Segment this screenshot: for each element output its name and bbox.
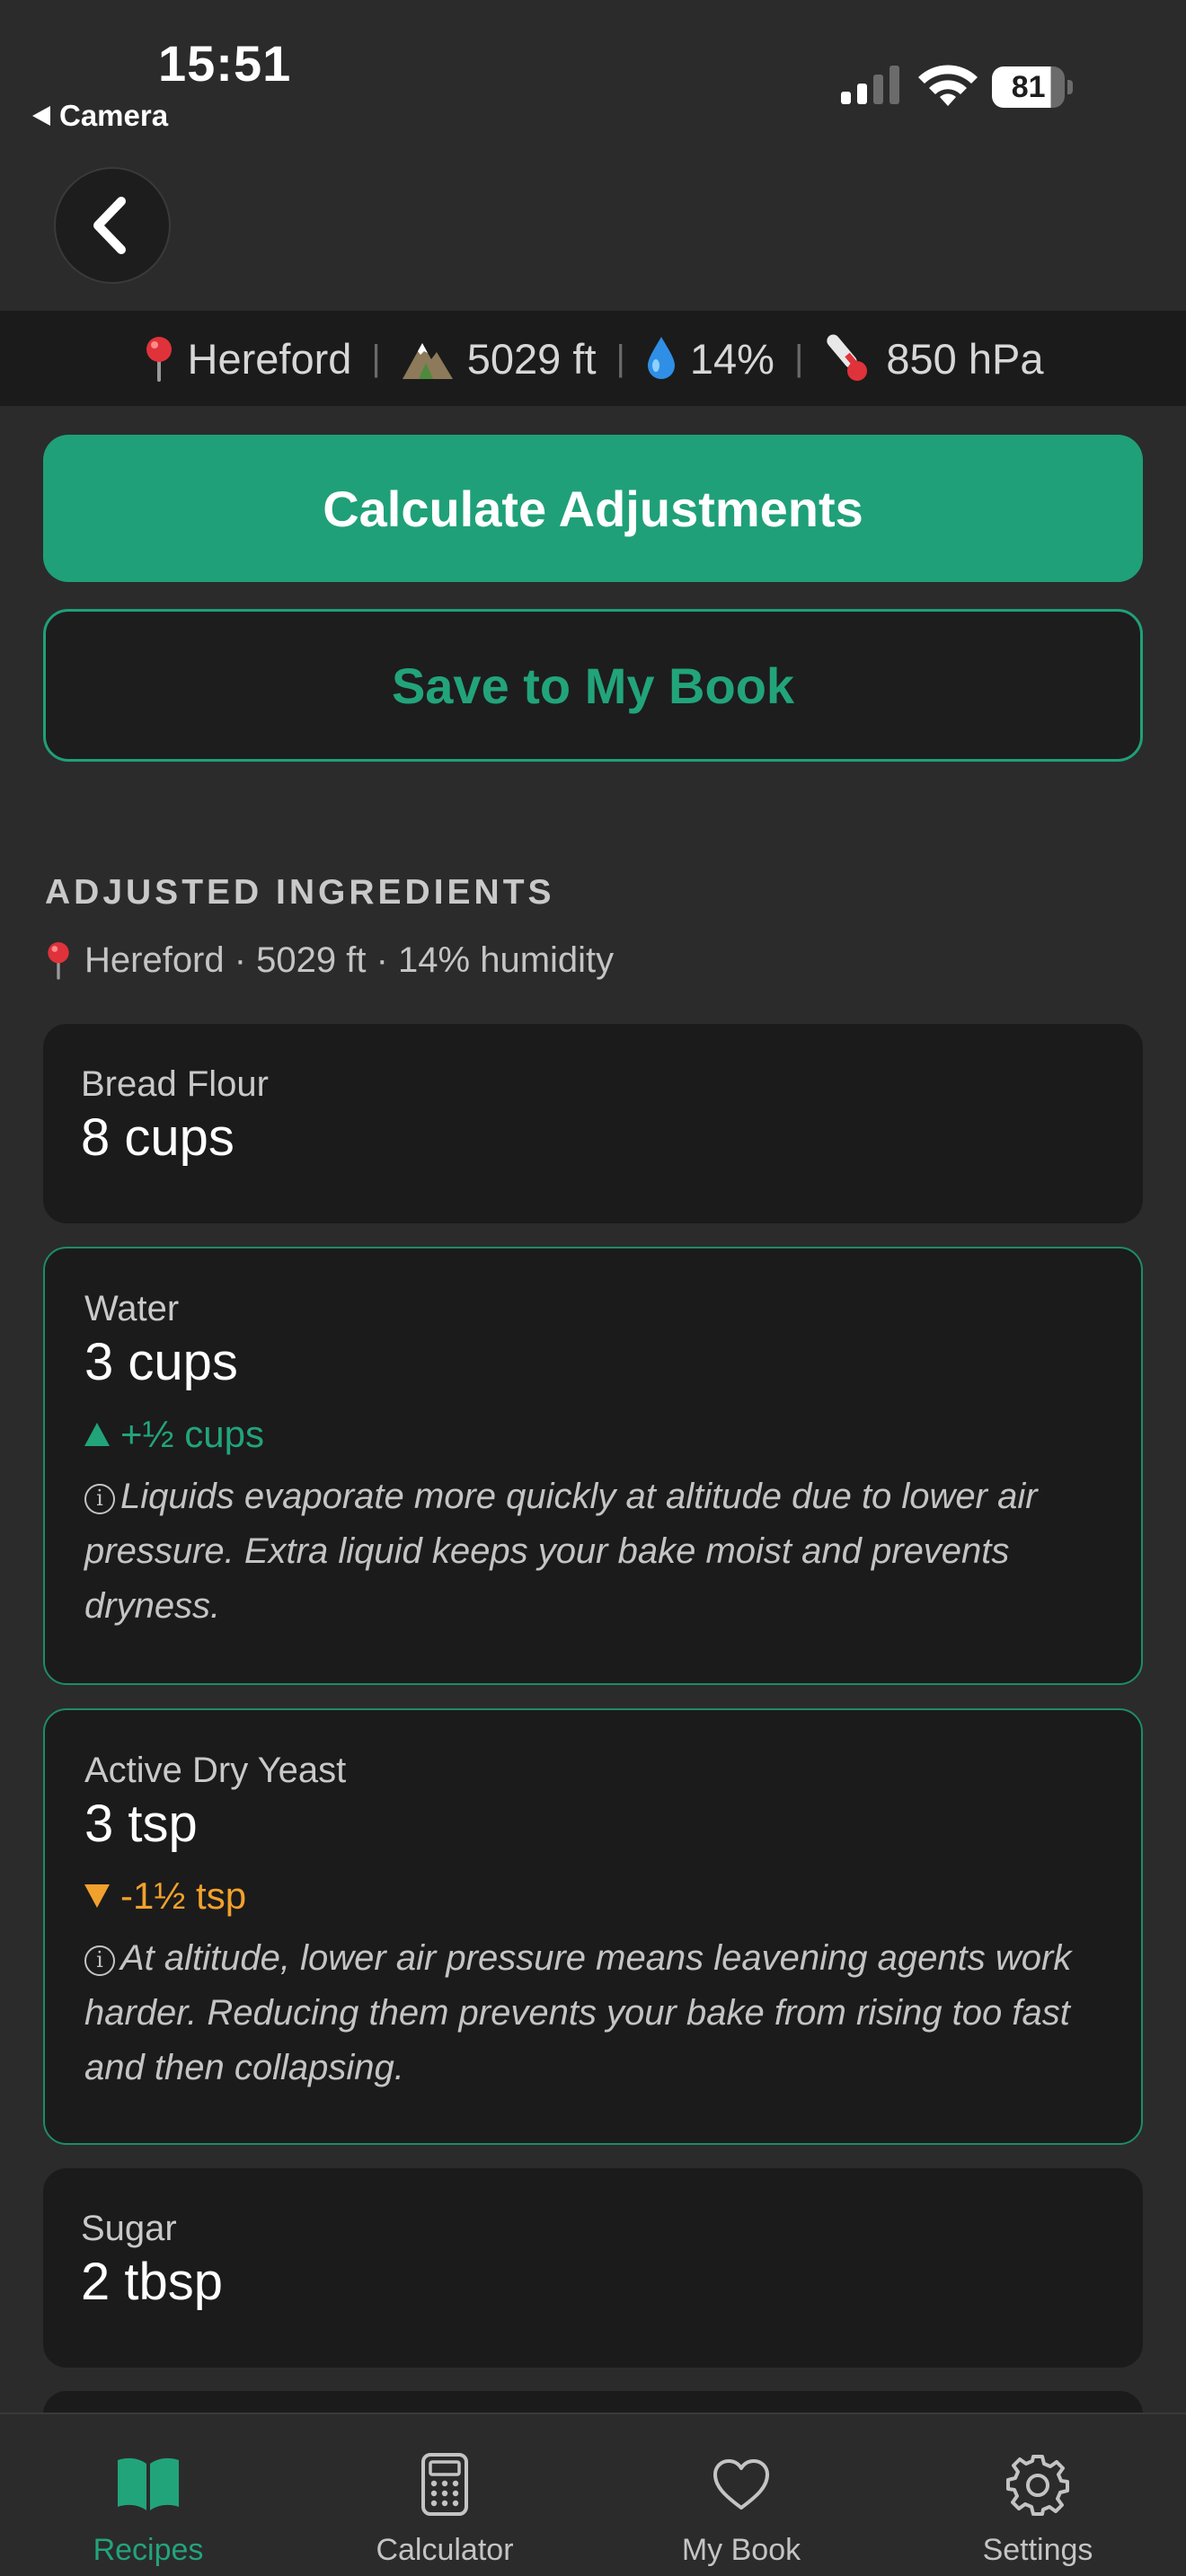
divider: | (793, 338, 804, 378)
back-triangle-icon (32, 106, 50, 126)
ingredient-quantity: 3 cups (84, 1333, 238, 1391)
section-subtitle-text: Hereford · 5029 ft · 14% humidity (84, 940, 615, 980)
adjustment-note-text: Liquids evaporate more quickly at altitu… (84, 1477, 1038, 1626)
humidity-item: 14% (645, 334, 774, 384)
calculator-icon (411, 2450, 479, 2519)
calculate-adjustments-button[interactable]: Calculate Adjustments (43, 435, 1143, 582)
pin-icon (48, 942, 69, 980)
ingredient-change: -1½ tsp (84, 1874, 1102, 1919)
pressure-value: 850 hPa (886, 334, 1044, 383)
adjustment-note: i Liquids evaporate more quickly at altit… (84, 1469, 1105, 1634)
info-icon: i (84, 1484, 115, 1514)
ingredient-name: Water (84, 1289, 180, 1328)
section-title: ADJUSTED INGREDIENTS (45, 873, 555, 912)
heart-icon (707, 2450, 775, 2519)
divider: | (371, 338, 381, 378)
back-app-label: Camera (59, 99, 169, 132)
adjustment-note-text: At altitude, lower air pressure means le… (84, 1938, 1072, 2087)
tab-bar: Recipes Calculator My Book Settings (0, 2413, 1186, 2576)
droplet-icon (647, 337, 675, 379)
ingredient-card-adjusted: Water 3 cups +½ cups i Liquids evaporate … (43, 1247, 1143, 1685)
tab-label: Calculator (376, 2533, 514, 2567)
status-bar: 15:51 Camera 81 (0, 0, 1186, 162)
ingredient-card-adjusted: Active Dry Yeast 3 tsp -1½ tsp i At altit… (43, 1708, 1143, 2145)
book-icon (114, 2450, 182, 2519)
ingredient-quantity: 8 cups (81, 1108, 235, 1167)
divider: | (615, 338, 625, 378)
ingredient-change: +½ cups (84, 1412, 1102, 1457)
info-icon: i (84, 1945, 115, 1976)
elevation-item: 5029 ft (401, 334, 597, 384)
tab-my-book[interactable]: My Book (593, 2414, 890, 2576)
ingredient-change-value: +½ cups (120, 1413, 264, 1455)
ingredient-card: Sugar 2 tbsp (43, 2168, 1143, 2368)
battery-tip (1067, 80, 1073, 94)
status-time: 15:51 (158, 35, 292, 92)
tab-label: Settings (982, 2533, 1093, 2567)
chevron-left-icon (93, 197, 126, 254)
adjustment-note: i At altitude, lower air pressure means l… (84, 1931, 1105, 2095)
location-item: Hereford (143, 334, 352, 384)
ingredient-quantity: 3 tsp (84, 1795, 198, 1853)
decrease-arrow-icon (84, 1884, 110, 1908)
battery-level: 81 (992, 66, 1066, 108)
mountain-icon (402, 343, 453, 379)
ingredient-change-value: -1½ tsp (120, 1875, 247, 1917)
elevation-value: 5029 ft (466, 334, 597, 383)
pin-icon (146, 337, 172, 382)
ingredient-name: Active Dry Yeast (84, 1751, 347, 1790)
ingredient-name: Sugar (81, 2209, 177, 2248)
gear-icon (1004, 2450, 1072, 2519)
location-conditions-bar: Hereford | 5029 ft | 14% | 850 hPa (0, 311, 1186, 406)
ingredient-quantity: 2 tbsp (81, 2253, 223, 2311)
location-name: Hereford (187, 334, 352, 383)
ingredient-card: Bread Flour 8 cups (43, 1024, 1143, 1223)
tab-label: Recipes (93, 2533, 204, 2567)
tab-label: My Book (681, 2533, 801, 2567)
ingredient-name: Bread Flour (81, 1064, 269, 1104)
tab-calculator[interactable]: Calculator (296, 2414, 593, 2576)
pressure-item: 850 hPa (823, 333, 1043, 384)
thermometer-icon (827, 334, 868, 381)
save-to-my-book-button[interactable]: Save to My Book (43, 609, 1143, 762)
back-to-camera-link[interactable]: Camera (32, 99, 168, 133)
increase-arrow-icon (84, 1423, 110, 1446)
tab-settings[interactable]: Settings (890, 2414, 1186, 2576)
wifi-icon (918, 65, 978, 106)
humidity-value: 14% (689, 334, 774, 383)
cellular-signal-icon (841, 66, 899, 104)
battery-indicator: 81 (992, 66, 1073, 108)
back-button[interactable] (54, 167, 171, 284)
section-subtitle: Hereford · 5029 ft · 14% humidity (45, 940, 614, 981)
tab-recipes[interactable]: Recipes (0, 2414, 296, 2576)
